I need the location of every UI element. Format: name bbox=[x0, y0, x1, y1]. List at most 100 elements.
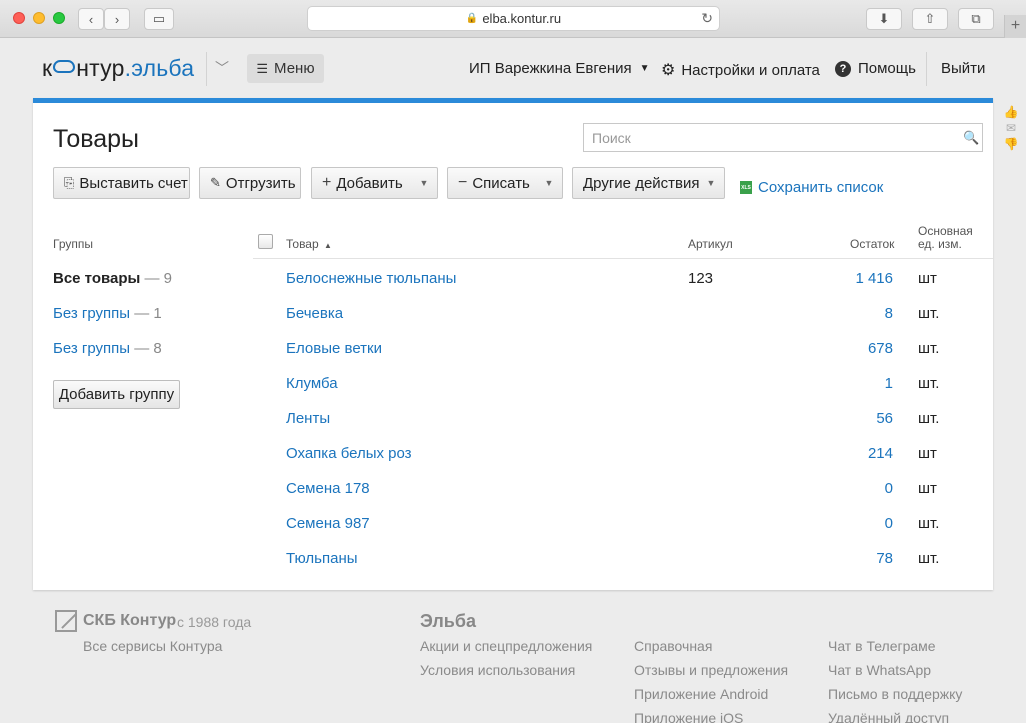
maximize-window-button[interactable] bbox=[53, 12, 65, 24]
logout-link[interactable]: Выйти bbox=[941, 60, 985, 77]
group-item[interactable]: Без группы — 8 bbox=[53, 340, 162, 357]
other-actions-caret-icon[interactable]: ▼ bbox=[698, 168, 724, 198]
company-name[interactable]: СКБ Контур bbox=[83, 612, 176, 630]
product-name-link[interactable]: Семена 178 bbox=[286, 480, 370, 497]
chevron-left-icon: ‹ bbox=[88, 11, 94, 27]
group-item[interactable]: Без группы — 1 bbox=[53, 305, 162, 322]
footer: СКБ Контур с 1988 года Все сервисы Конту… bbox=[0, 598, 1026, 723]
product-name-link[interactable]: Ленты bbox=[286, 410, 330, 427]
save-list-link[interactable]: XLS Сохранить список bbox=[740, 179, 883, 196]
settings-label: Настройки и оплата bbox=[681, 61, 820, 79]
thumbs-up-icon[interactable]: 👍 bbox=[1003, 105, 1019, 119]
ship-button[interactable]: ✎ Отгрузить bbox=[199, 167, 301, 199]
product-stock-link[interactable]: 56 bbox=[876, 410, 893, 427]
table-row: Семена 178 0 шт bbox=[286, 480, 986, 515]
product-unit: шт. bbox=[918, 515, 940, 532]
table-row: Бечевка 8 шт. bbox=[286, 305, 986, 340]
page-title: Товары bbox=[53, 125, 139, 153]
product-name-link[interactable]: Охапка белых роз bbox=[286, 445, 412, 462]
download-icon: ⬇ bbox=[878, 11, 890, 26]
back-button[interactable]: ‹ bbox=[78, 8, 104, 30]
product-stock-link[interactable]: 8 bbox=[885, 305, 893, 322]
product-name-link[interactable]: Белоснежные тюльпаны bbox=[286, 270, 456, 287]
xls-icon: XLS bbox=[740, 181, 752, 194]
group-name: Без группы bbox=[53, 305, 131, 322]
mail-icon[interactable]: ✉ bbox=[1003, 121, 1019, 135]
sku-column-header[interactable]: Артикул bbox=[688, 237, 733, 251]
product-name-link[interactable]: Семена 987 bbox=[286, 515, 370, 532]
add-button[interactable]: + Добавить ▼ bbox=[311, 167, 438, 199]
logout-label: Выйти bbox=[941, 60, 986, 77]
group-count: — 1 bbox=[134, 305, 162, 322]
footer-link[interactable]: Приложение iOS bbox=[634, 710, 743, 723]
help-link[interactable]: ? Помощь bbox=[835, 60, 916, 77]
question-icon: ? bbox=[835, 60, 851, 77]
add-dropdown-caret-icon[interactable]: ▼ bbox=[411, 168, 437, 198]
issue-invoice-label: Выставить счет bbox=[79, 174, 188, 192]
search-icon[interactable]: 🔍 bbox=[963, 130, 979, 146]
product-stock-link[interactable]: 214 bbox=[868, 445, 893, 462]
menu-button[interactable]: ☰ Меню bbox=[247, 54, 324, 83]
select-all-checkbox[interactable] bbox=[258, 234, 273, 249]
product-name-link[interactable]: Бечевка bbox=[286, 305, 343, 322]
logo-text-2: нтур bbox=[76, 55, 125, 81]
other-actions-label: Другие действия bbox=[583, 174, 700, 192]
tabs-overview-button[interactable]: ⧉ bbox=[958, 8, 994, 30]
search-input[interactable] bbox=[583, 123, 983, 152]
product-unit: шт bbox=[918, 480, 937, 497]
header-divider bbox=[206, 52, 207, 86]
product-switcher-chevron-icon[interactable]: ﹀ bbox=[215, 58, 229, 78]
settings-link[interactable]: ⚙ Настройки и оплата bbox=[661, 60, 820, 80]
invoice-icon: ⎘ bbox=[64, 175, 75, 190]
footer-link[interactable]: Чат в WhatsApp bbox=[828, 662, 931, 678]
reload-icon[interactable]: ↻ bbox=[701, 10, 713, 27]
write-off-button[interactable]: − Списать ▼ bbox=[447, 167, 563, 199]
share-button[interactable]: ⇧ bbox=[912, 8, 948, 30]
write-off-dropdown-caret-icon[interactable]: ▼ bbox=[536, 168, 562, 198]
ship-icon: ✎ bbox=[210, 175, 221, 190]
footer-link[interactable]: Отзывы и предложения bbox=[634, 662, 788, 678]
new-tab-button[interactable]: + bbox=[1004, 15, 1026, 39]
address-bar[interactable]: 🔒 elba.kontur.ru ↻ bbox=[307, 6, 720, 31]
all-services-link[interactable]: Все сервисы Контура bbox=[83, 638, 222, 654]
group-name: Без группы bbox=[53, 340, 131, 357]
other-actions-button[interactable]: Другие действия ▼ bbox=[572, 167, 725, 199]
product-unit: шт. bbox=[918, 550, 940, 567]
thumbs-down-icon[interactable]: 👎 bbox=[1003, 137, 1019, 151]
product-name-link[interactable]: Клумба bbox=[286, 375, 338, 392]
footer-link[interactable]: Чат в Телеграме bbox=[828, 638, 936, 654]
unit-header-line2: ед. изм. bbox=[918, 237, 962, 251]
forward-button[interactable]: › bbox=[104, 8, 130, 30]
add-group-button[interactable]: Добавить группу bbox=[53, 380, 180, 409]
group-all-products[interactable]: Все товары — 9 bbox=[53, 270, 172, 287]
footer-link[interactable]: Условия использования bbox=[420, 662, 575, 678]
sidebar-toggle-button[interactable]: ▭ bbox=[144, 8, 174, 30]
product-name-link[interactable]: Еловые ветки bbox=[286, 340, 382, 357]
footer-link[interactable]: Акции и спецпредложения bbox=[420, 638, 592, 654]
downloads-button[interactable]: ⬇ bbox=[866, 8, 902, 30]
product-stock-link[interactable]: 1 416 bbox=[855, 270, 893, 287]
save-list-label: Сохранить список bbox=[758, 179, 884, 196]
close-window-button[interactable] bbox=[13, 12, 25, 24]
product-unit: шт bbox=[918, 445, 937, 462]
product-stock-link[interactable]: 0 bbox=[885, 515, 893, 532]
product-column-header[interactable]: Товар ▲ bbox=[286, 237, 332, 251]
footer-link[interactable]: Приложение Android bbox=[634, 686, 768, 702]
product-stock-link[interactable]: 0 bbox=[885, 480, 893, 497]
product-name-link[interactable]: Тюльпаны bbox=[286, 550, 358, 567]
footer-link[interactable]: Справочная bbox=[634, 638, 712, 654]
unit-column-header[interactable]: Основная ед. изм. bbox=[918, 225, 973, 251]
issue-invoice-button[interactable]: ⎘ Выставить счет bbox=[53, 167, 190, 199]
sidebar-icon: ▭ bbox=[152, 11, 166, 26]
footer-link[interactable]: Письмо в поддержку bbox=[828, 686, 962, 702]
product-header-label: Товар bbox=[286, 237, 319, 251]
product-stock-link[interactable]: 78 bbox=[876, 550, 893, 567]
product-stock-link[interactable]: 1 bbox=[885, 375, 893, 392]
sort-asc-icon: ▲ bbox=[324, 241, 332, 250]
product-stock-link[interactable]: 678 bbox=[868, 340, 893, 357]
account-switcher[interactable]: ИП Варежкина Евгения ▼ bbox=[469, 60, 650, 77]
company-since: с 1988 года bbox=[177, 614, 252, 630]
footer-link[interactable]: Удалённый доступ bbox=[828, 710, 949, 723]
minimize-window-button[interactable] bbox=[33, 12, 45, 24]
stock-column-header[interactable]: Остаток bbox=[850, 237, 894, 251]
